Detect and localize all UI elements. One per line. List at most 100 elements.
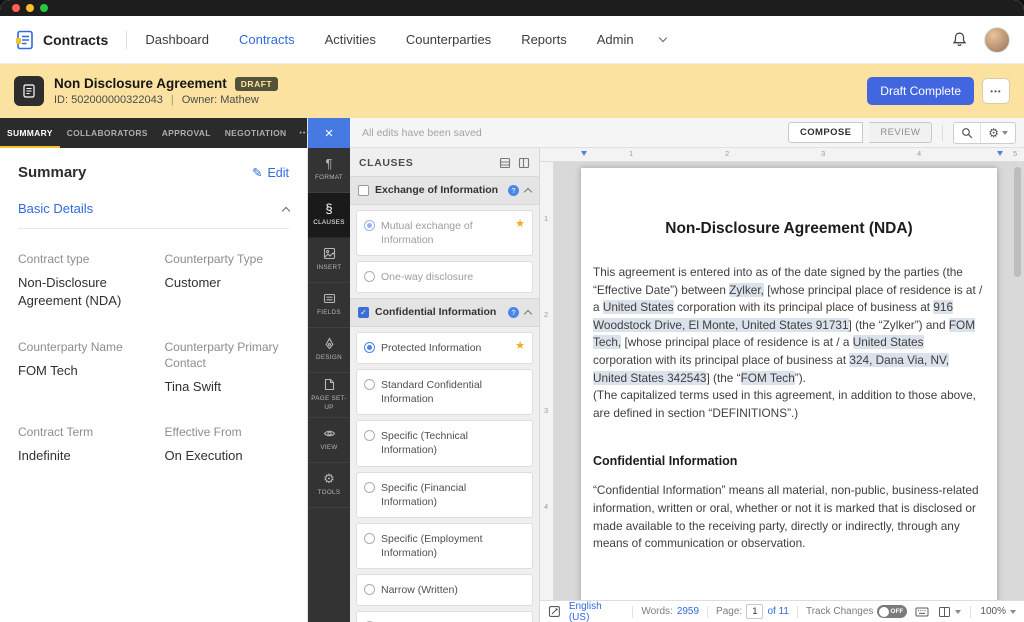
search-button[interactable] — [954, 123, 980, 143]
compose-icon[interactable] — [548, 605, 561, 618]
chevron-up-icon[interactable] — [524, 310, 532, 318]
basic-details-title: Basic Details — [18, 201, 93, 216]
tab-collaborators[interactable]: COLLABORATORS — [60, 118, 155, 148]
clause-group-checkbox[interactable] — [358, 185, 369, 196]
words-value[interactable]: 2959 — [677, 606, 699, 617]
indent-marker-right[interactable] — [997, 151, 1003, 156]
clause-option-narrow-marked[interactable]: Narrow (Marked) — [356, 611, 533, 622]
window-maximize-button[interactable] — [40, 4, 48, 12]
radio-button[interactable] — [364, 482, 375, 493]
tool-clauses[interactable]: § CLAUSES — [308, 193, 350, 238]
tool-label: FORMAT — [315, 174, 343, 182]
clause-option-specific-financial-information[interactable]: Specific (Financial Information) — [356, 472, 533, 518]
editor-statusbar: English (US) Words: 2959 Page: 1 of 11 — [540, 600, 1024, 622]
scrollbar-thumb[interactable] — [1014, 167, 1021, 277]
clause-option-narrow-written[interactable]: Narrow (Written) — [356, 574, 533, 606]
nav-divider — [126, 31, 127, 49]
nav-item-activities[interactable]: Activities — [325, 32, 376, 47]
banner-more-button[interactable]: ••• — [982, 78, 1010, 104]
radio-button[interactable] — [364, 430, 375, 441]
clause-group-label: Confidential Information — [375, 306, 502, 319]
review-mode-button[interactable]: REVIEW — [869, 122, 932, 143]
help-icon[interactable]: ? — [508, 185, 519, 196]
draft-complete-button[interactable]: Draft Complete — [867, 77, 974, 105]
text-run: ”). — [795, 371, 806, 385]
gear-icon: ⚙ — [988, 126, 999, 140]
window-minimize-button[interactable] — [26, 4, 34, 12]
document-page[interactable]: Non-Disclosure Agreement (NDA) This agre… — [581, 168, 997, 600]
tab-approval[interactable]: APPROVAL — [155, 118, 218, 148]
clause-option-mutual-exchange-of-information[interactable]: Mutual exchange of Information★ — [356, 210, 533, 256]
nav-more-chevron[interactable] — [660, 38, 666, 41]
summary-heading: Summary — [18, 164, 86, 181]
clause-option-one-way-disclosure[interactable]: One-way disclosure — [356, 261, 533, 293]
tab-summary[interactable]: SUMMARY — [0, 118, 60, 148]
compose-mode-button[interactable]: COMPOSE — [788, 122, 863, 143]
chevron-up-icon[interactable] — [524, 188, 532, 196]
help-icon[interactable]: ? — [508, 307, 519, 318]
nav-item-reports[interactable]: Reports — [521, 32, 567, 47]
panel-view-icon[interactable] — [518, 157, 530, 169]
radio-button[interactable] — [364, 220, 375, 231]
tool-design[interactable]: DESIGN — [308, 328, 350, 373]
close-panel-button[interactable]: × — [308, 118, 350, 148]
tool-format[interactable]: ¶ FORMAT — [308, 148, 350, 193]
clause-option-specific-employment-information[interactable]: Specific (Employment Information) — [356, 523, 533, 569]
tool-insert[interactable]: INSERT — [308, 238, 350, 283]
clause-option-standard-confidential-information[interactable]: Standard Confidential Information — [356, 369, 533, 415]
star-icon[interactable]: ★ — [515, 341, 525, 352]
user-avatar[interactable] — [984, 27, 1010, 53]
language-selector[interactable]: English (US) — [569, 601, 624, 622]
editor-scrollbar[interactable] — [1014, 167, 1021, 595]
tool-label: INSERT — [317, 264, 342, 272]
track-changes-toggle[interactable]: OFF — [877, 605, 907, 618]
radio-button[interactable] — [364, 584, 375, 595]
summary-tabbar: SUMMARYCOLLABORATORSAPPROVALNEGOTIATION … — [0, 118, 307, 148]
statusbar-right: 100% — [915, 606, 1016, 618]
radio-button[interactable] — [364, 533, 375, 544]
tool-label: PAGE SET-UP — [309, 395, 349, 411]
nav-item-counterparties[interactable]: Counterparties — [406, 32, 491, 47]
summary-body: Summary ✎ Edit Basic Details Contract ty… — [0, 148, 307, 622]
basic-details-toggle[interactable]: Basic Details — [18, 201, 289, 229]
clause-group-header-confidential-information[interactable]: ✓ Confidential Information? — [350, 298, 539, 327]
page-view-button[interactable] — [938, 606, 961, 618]
app-logo[interactable]: Contracts — [14, 29, 108, 51]
current-page-input[interactable]: 1 — [746, 604, 763, 619]
radio-button[interactable] — [364, 342, 375, 353]
star-icon[interactable]: ★ — [515, 219, 525, 230]
list-view-icon[interactable] — [499, 157, 511, 169]
doc-paragraph-3: “Confidential Information” means all mat… — [593, 482, 985, 552]
radio-button[interactable] — [364, 271, 375, 282]
field-label: Counterparty Type — [165, 251, 290, 267]
edit-button[interactable]: ✎ Edit — [252, 165, 289, 180]
nav-item-contracts[interactable]: Contracts — [239, 32, 295, 47]
highlighted-text: United States — [603, 300, 674, 314]
tool-tools[interactable]: ⚙ TOOLS — [308, 463, 350, 508]
tab-negotiation[interactable]: NEGOTIATION — [218, 118, 294, 148]
notifications-bell-icon[interactable] — [951, 31, 968, 48]
editor-topbar: All edits have been saved COMPOSE REVIEW… — [350, 118, 1024, 148]
tool-view[interactable]: VIEW — [308, 418, 350, 463]
tool-fields[interactable]: FIELDS — [308, 283, 350, 328]
window-close-button[interactable] — [12, 4, 20, 12]
field-label: Effective From — [165, 424, 290, 440]
clause-option-protected-information[interactable]: Protected Information★ — [356, 332, 533, 364]
keyboard-shortcuts-icon[interactable] — [915, 606, 929, 618]
chevron-up-icon[interactable] — [282, 206, 290, 214]
clause-group-header-exchange-of-information[interactable]: Exchange of Information? — [350, 176, 539, 205]
app-window: Contracts Dashboard Contracts Activities Co… — [0, 0, 1024, 622]
nav-item-dashboard[interactable]: Dashboard — [145, 32, 209, 47]
zoom-control[interactable]: 100% — [980, 606, 1016, 617]
radio-button[interactable] — [364, 379, 375, 390]
tool-page-setup[interactable]: PAGE SET-UP — [308, 373, 350, 418]
clause-group-checkbox[interactable]: ✓ — [358, 307, 369, 318]
contract-title: Non Disclosure Agreement — [54, 76, 227, 91]
nav-item-admin[interactable]: Admin — [597, 32, 634, 47]
design-icon — [323, 337, 336, 350]
track-changes-label: Track Changes — [806, 606, 873, 617]
indent-marker-left[interactable] — [581, 151, 587, 156]
clause-option-specific-technical-information[interactable]: Specific (Technical Information) — [356, 420, 533, 466]
field-label: Contract Term — [18, 424, 143, 440]
editor-settings-button[interactable]: ⚙ — [980, 123, 1015, 143]
